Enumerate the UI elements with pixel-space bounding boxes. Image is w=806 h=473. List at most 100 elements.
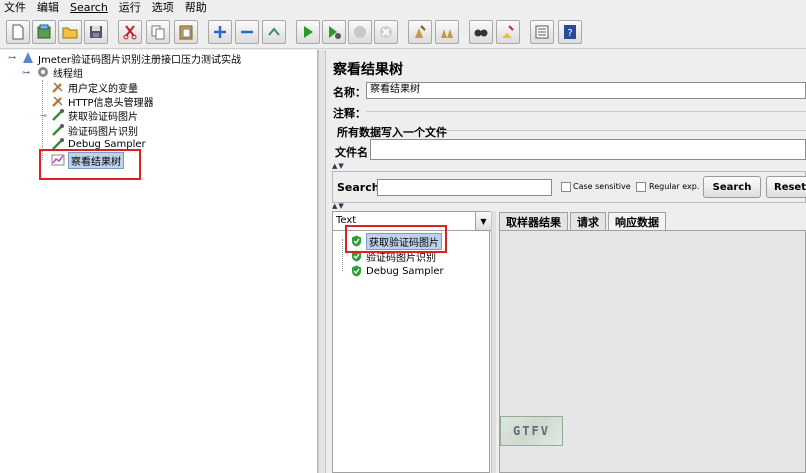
expand-icon (214, 26, 226, 38)
collapse-icon (241, 30, 253, 34)
tab-request[interactable]: 请求 (570, 212, 606, 230)
menu-bar: 文件 编辑 Search 运行 选项 帮助 (0, 0, 806, 16)
pipette-icon (51, 123, 65, 137)
expand-button[interactable] (208, 20, 232, 44)
menu-edit[interactable]: 编辑 (37, 1, 59, 15)
split-arrows-icon[interactable]: ▲▼ (332, 162, 345, 170)
help-icon: ? (564, 25, 576, 39)
tree-node-label: 用户定义的变量 (68, 83, 138, 95)
tree-node-thread-group[interactable]: 线程组 (36, 65, 83, 80)
reset-search-icon (502, 25, 514, 38)
tree-node-user-vars[interactable]: 用户定义的变量 (51, 80, 138, 95)
shutdown-icon (380, 26, 392, 38)
result-item-label: Debug Sampler (366, 265, 444, 277)
menu-help[interactable]: 帮助 (185, 1, 207, 15)
open-icon (62, 27, 78, 39)
tree-node-get-captcha[interactable]: 获取验证码图片 (51, 108, 138, 123)
save-button[interactable] (84, 20, 108, 44)
name-field[interactable]: 察看结果树 (366, 82, 806, 99)
success-shield-icon (352, 265, 361, 277)
tree-node-label: HTTP信息头管理器 (68, 97, 154, 109)
filename-field[interactable] (370, 139, 806, 160)
paste-icon (179, 25, 193, 40)
tree-connector (342, 239, 343, 271)
templates-button[interactable] (32, 20, 56, 44)
captcha-image: GTFV (500, 416, 563, 446)
view-results-tree-panel: 察看结果树 名称： 察看结果树 注释： 所有数据写入一个文件 文件名 ▲▼ Se… (327, 50, 806, 473)
copy-button[interactable] (146, 20, 170, 44)
search-button-toolbar[interactable] (469, 20, 493, 44)
svg-text:?: ? (567, 28, 572, 39)
chevron-down-icon[interactable]: ▼ (475, 212, 491, 230)
group-border (439, 130, 806, 131)
shutdown-button[interactable] (374, 20, 398, 44)
clear-all-icon (441, 29, 453, 38)
tree-connector (42, 80, 43, 160)
reset-button[interactable]: Reset (766, 176, 806, 198)
search-button[interactable]: Search (703, 176, 761, 198)
tree-node-label: 验证码图片识别 (68, 126, 138, 138)
tree-node-label: Debug Sampler (68, 138, 146, 150)
toggle-icon (268, 27, 280, 36)
stop-icon (354, 26, 366, 38)
templates-icon (37, 24, 51, 39)
tree-node-recognize-captcha[interactable]: 验证码图片识别 (51, 123, 138, 138)
gear-icon (36, 65, 50, 79)
wrench-icon (51, 94, 65, 108)
tree-node-header-manager[interactable]: HTTP信息头管理器 (51, 94, 154, 109)
tab-response-data[interactable]: 响应数据 (608, 212, 666, 230)
tree-node-label: 获取验证码图片 (68, 111, 138, 123)
menu-run[interactable]: 运行 (119, 1, 141, 15)
start-icon (304, 26, 313, 38)
cut-button[interactable] (118, 20, 142, 44)
results-split-divider[interactable] (491, 211, 496, 473)
start-button[interactable] (296, 20, 320, 44)
regex-label: Regular exp. (649, 182, 700, 191)
paste-button[interactable] (174, 20, 198, 44)
test-plan-tree: ⊶ Jmeter验证码图片识别注册接口压力测试实战 ⊶ 线程组 用户定义的变量 … (0, 50, 318, 473)
clear-button[interactable] (408, 20, 432, 44)
save-icon (90, 26, 102, 38)
menu-options[interactable]: 选项 (152, 1, 174, 15)
reset-search-button[interactable] (496, 20, 520, 44)
highlight-box (345, 225, 447, 253)
stop-button[interactable] (348, 20, 372, 44)
case-sensitive-label: Case sensitive (573, 182, 631, 191)
collapse-toggle-icon[interactable]: ⊶ (22, 68, 30, 77)
write-all-label: 所有数据写入一个文件 (337, 126, 447, 139)
menu-file[interactable]: 文件 (4, 1, 26, 15)
split-divider[interactable] (318, 50, 326, 473)
collapse-toggle-icon[interactable]: ⊶ (8, 53, 16, 62)
open-button[interactable] (58, 20, 82, 44)
expand-toggle-icon[interactable]: ⊸ (40, 111, 47, 120)
search-input[interactable] (377, 179, 552, 196)
function-helper-icon (535, 25, 549, 39)
wrench-icon (51, 80, 65, 94)
split-arrows-icon[interactable]: ▲▼ (332, 202, 345, 210)
comment-label: 注释： (333, 107, 366, 120)
tree-node-label: Jmeter验证码图片识别注册接口压力测试实战 (38, 54, 242, 66)
tree-node-test-plan[interactable]: Jmeter验证码图片识别注册接口压力测试实战 (21, 51, 242, 66)
regex-checkbox[interactable] (636, 182, 646, 192)
test-plan-icon (21, 51, 35, 65)
copy-icon (151, 25, 165, 40)
start-no-pause-icon (329, 26, 341, 39)
comment-divider (366, 111, 806, 112)
new-icon (12, 24, 24, 40)
function-helper-button[interactable] (530, 20, 554, 44)
case-sensitive-checkbox[interactable] (561, 182, 571, 192)
start-no-pause-button[interactable] (322, 20, 346, 44)
tree-node-label: 线程组 (53, 68, 83, 80)
pipette-icon (51, 108, 65, 122)
name-label: 名称： (333, 86, 366, 99)
toggle-button[interactable] (262, 20, 286, 44)
menu-search[interactable]: Search (70, 1, 108, 15)
result-item[interactable]: Debug Sampler (351, 264, 444, 278)
help-button[interactable]: ? (558, 20, 582, 44)
highlight-box (39, 149, 141, 180)
new-button[interactable] (6, 20, 30, 44)
search-icon (474, 29, 488, 37)
collapse-button[interactable] (235, 20, 259, 44)
tab-sampler-result[interactable]: 取样器结果 (499, 212, 568, 230)
clear-all-button[interactable] (435, 20, 459, 44)
